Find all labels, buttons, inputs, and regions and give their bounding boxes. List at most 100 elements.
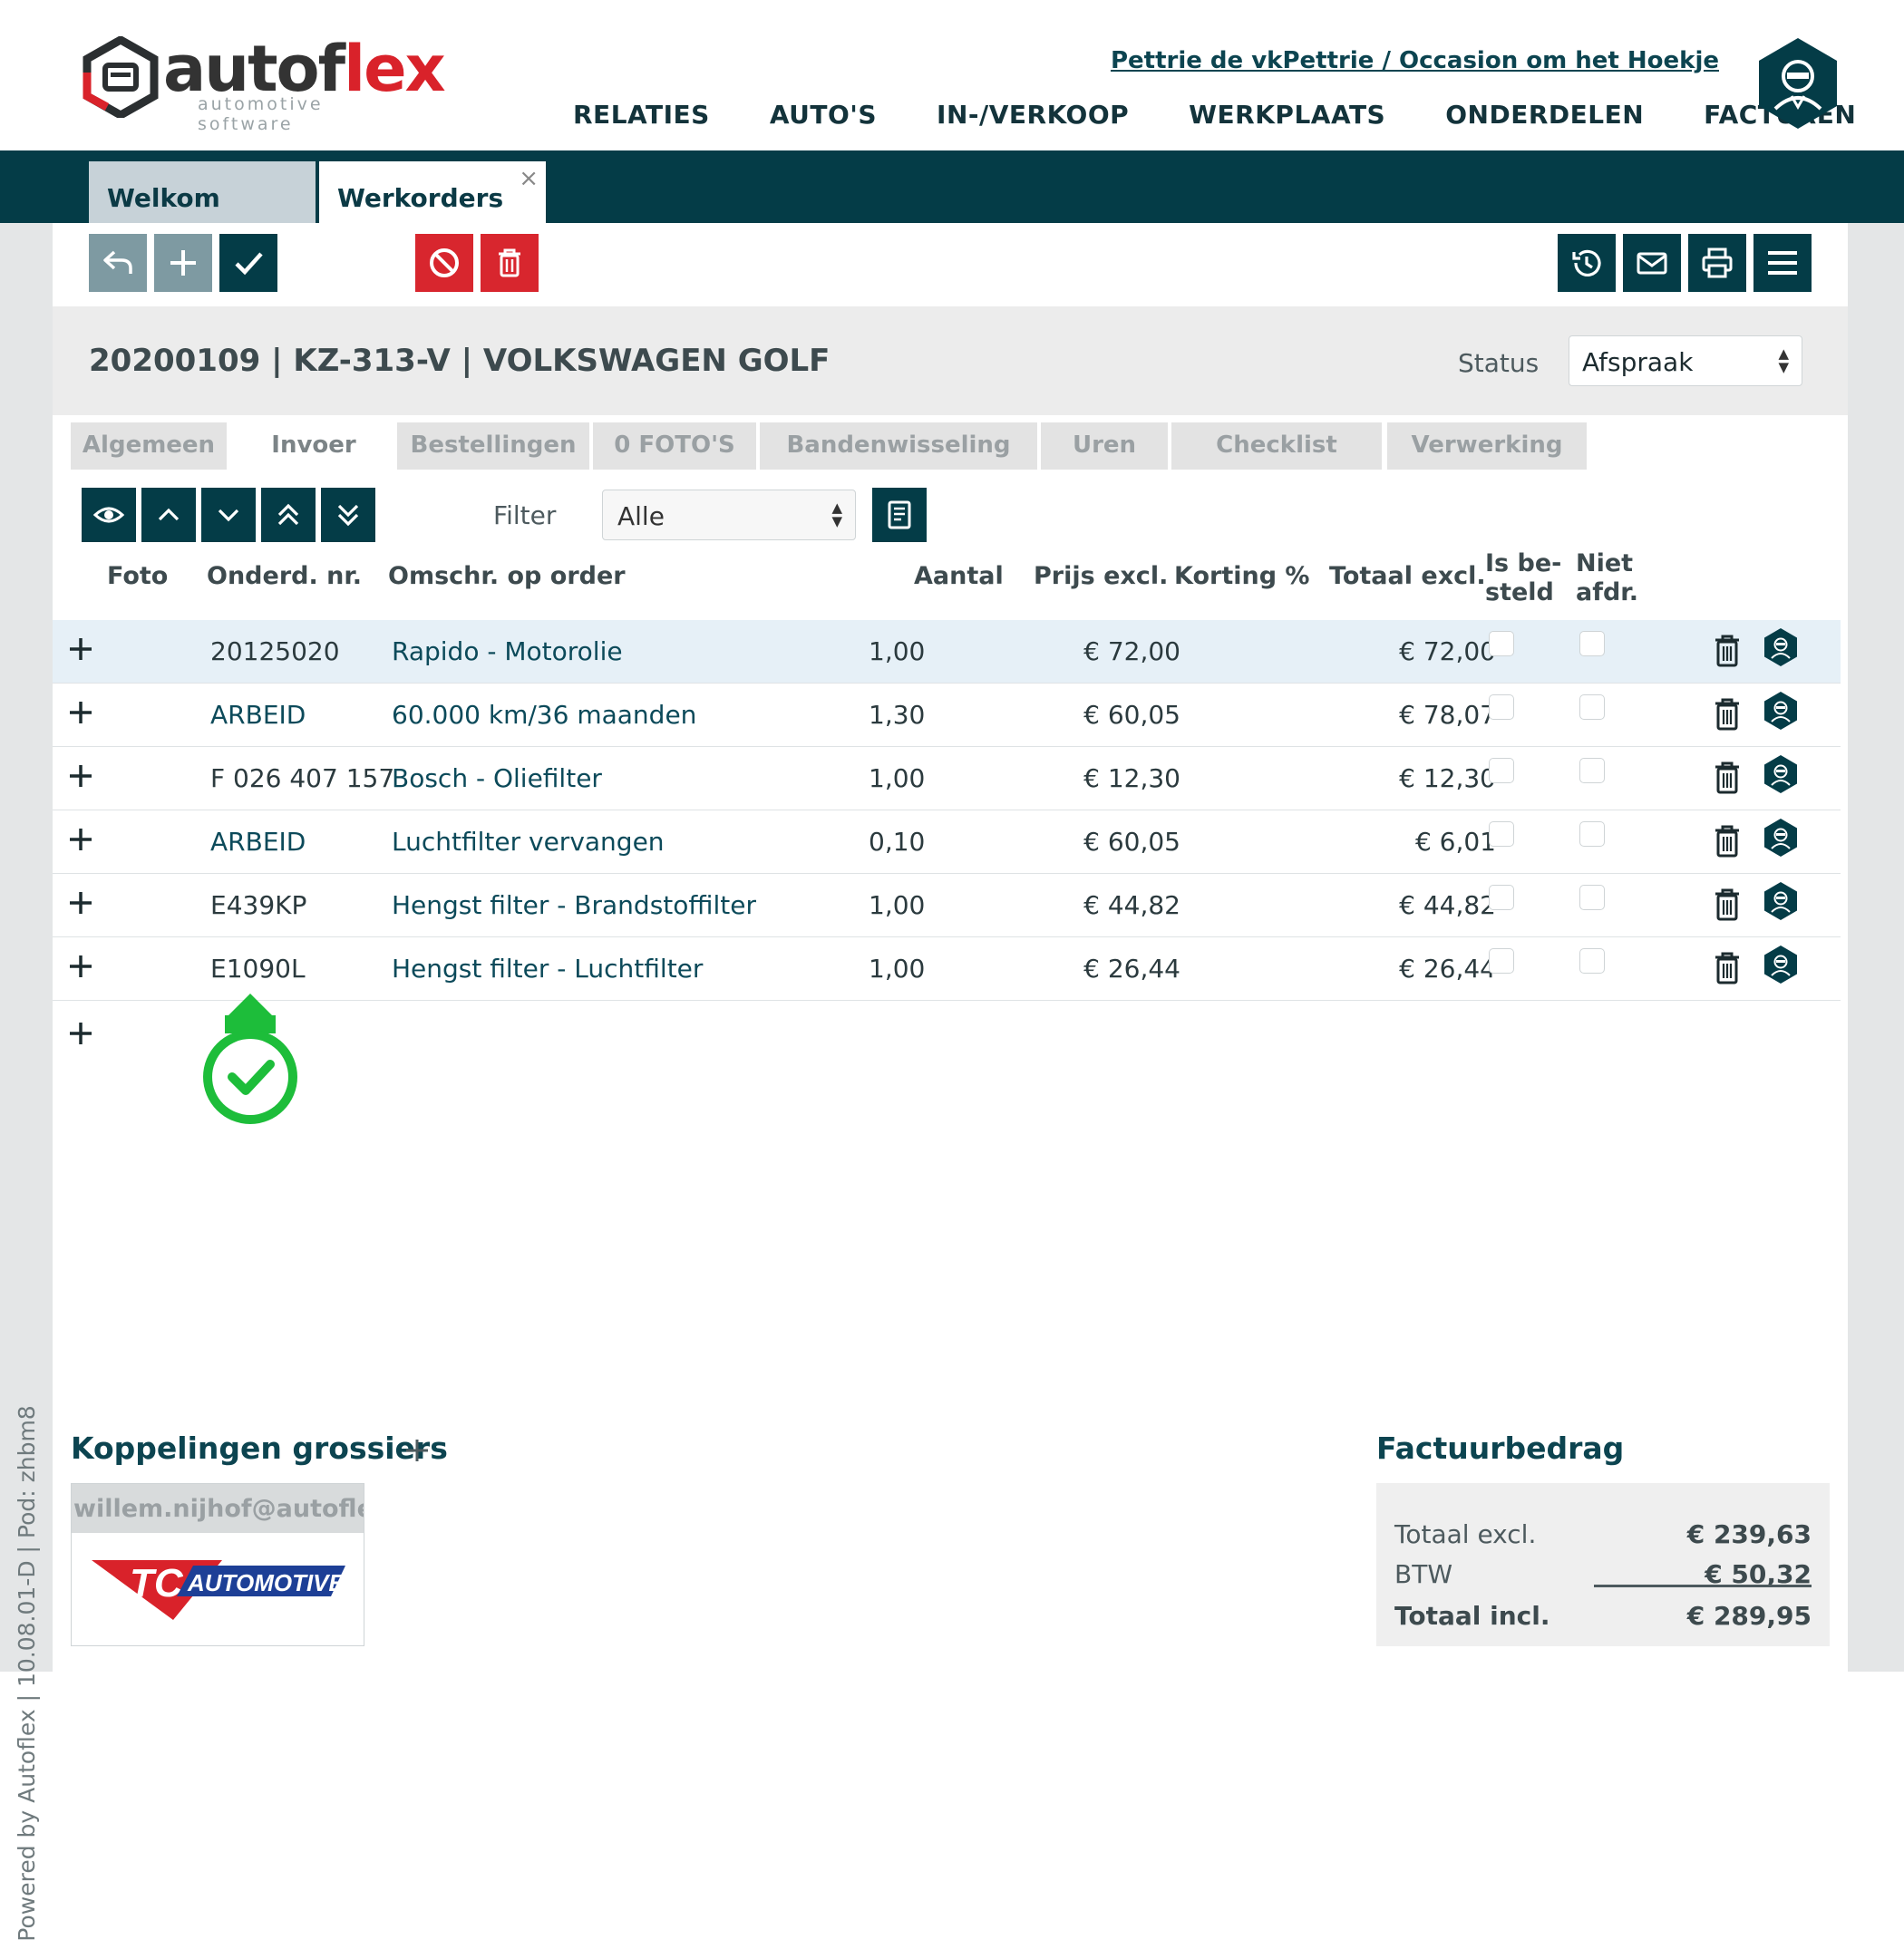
nav-onderdelen[interactable]: ONDERDELEN — [1445, 100, 1644, 130]
tab-bandenwisseling[interactable]: Bandenwisseling — [760, 422, 1037, 470]
add-button[interactable] — [154, 234, 212, 292]
total: € 72,00 — [1399, 636, 1496, 666]
mechanic-icon[interactable] — [1763, 627, 1799, 667]
tab-checklist[interactable]: Checklist — [1171, 422, 1382, 470]
quantity[interactable]: 1,00 — [869, 763, 986, 794]
description[interactable]: Bosch - Oliefilter — [392, 763, 602, 794]
price[interactable]: € 60,05 — [986, 827, 1180, 858]
ordered-checkbox[interactable] — [1489, 631, 1514, 656]
delete-button[interactable] — [481, 234, 539, 292]
mechanic-icon[interactable] — [1763, 945, 1799, 984]
supplier-card[interactable]: willem.nijhof@autoflex. TC AUTOMOTIVE — [71, 1483, 364, 1646]
history-button[interactable] — [1558, 234, 1616, 292]
ordered-checkbox[interactable] — [1489, 694, 1514, 720]
table-row[interactable]: F 026 407 157 Bosch - Oliefilter 1,00 € … — [53, 747, 1841, 810]
move-down-button[interactable] — [201, 488, 256, 542]
tab-werkorders[interactable]: Werkorders × — [319, 161, 546, 223]
description[interactable]: Hengst filter - Brandstoffilter — [392, 890, 756, 921]
ordered-checkbox[interactable] — [1489, 821, 1514, 847]
tab-fotos[interactable]: 0 FOTO'S — [593, 422, 756, 470]
trash-icon[interactable] — [1712, 823, 1743, 859]
ordered-checkbox[interactable] — [1489, 758, 1514, 783]
toggle-visibility-button[interactable] — [82, 488, 136, 542]
tab-bestellingen[interactable]: Bestellingen — [397, 422, 589, 470]
expand-row-icon[interactable] — [65, 758, 96, 794]
description[interactable]: Rapido - Motorolie — [392, 636, 623, 667]
quantity[interactable]: 1,30 — [869, 700, 986, 731]
save-button[interactable] — [219, 234, 277, 292]
add-koppeling-icon[interactable] — [403, 1436, 432, 1465]
trash-icon[interactable] — [1712, 696, 1743, 732]
table-row[interactable]: E439KP Hengst filter - Brandstoffilter 1… — [53, 874, 1841, 937]
nav-in-verkoop[interactable]: IN-/VERKOOP — [937, 100, 1129, 130]
expand-row-icon[interactable] — [65, 948, 96, 984]
autoflex-logo[interactable]: autoflex automotive software — [80, 33, 446, 134]
undo-button[interactable] — [89, 234, 147, 292]
mechanic-icon[interactable] — [1763, 691, 1799, 731]
niet-afdr-checkbox[interactable] — [1579, 758, 1605, 783]
expand-row-icon[interactable] — [65, 694, 96, 731]
print-button[interactable] — [1688, 234, 1746, 292]
cancel-button[interactable] — [415, 234, 473, 292]
menu-button[interactable] — [1753, 234, 1812, 292]
niet-afdr-checkbox[interactable] — [1579, 948, 1605, 974]
workorder-header: 20200109 | KZ-313-V | VOLKSWAGEN GOLF St… — [53, 306, 1848, 415]
move-bottom-button[interactable] — [321, 488, 375, 542]
description[interactable]: Luchtfilter vervangen — [392, 827, 665, 858]
user-avatar-icon[interactable] — [1755, 36, 1841, 131]
expand-row-icon[interactable] — [65, 885, 96, 921]
niet-afdr-checkbox[interactable] — [1579, 821, 1605, 847]
table-row[interactable]: ARBEID Luchtfilter vervangen 0,10 € 60,0… — [53, 810, 1841, 874]
mechanic-icon[interactable] — [1763, 818, 1799, 858]
price[interactable]: € 60,05 — [986, 700, 1180, 731]
mechanic-icon[interactable] — [1763, 754, 1799, 794]
price[interactable]: € 44,82 — [986, 890, 1180, 921]
tab-invoer[interactable]: Invoer — [230, 422, 397, 470]
expand-row-icon[interactable] — [65, 631, 96, 667]
quantity[interactable]: 1,00 — [869, 636, 986, 667]
tab-uren[interactable]: Uren — [1041, 422, 1168, 470]
ordered-checkbox[interactable] — [1489, 885, 1514, 910]
quantity[interactable]: 1,00 — [869, 954, 986, 984]
price[interactable]: € 26,44 — [986, 954, 1180, 984]
catalog-button[interactable] — [872, 488, 927, 542]
tab-verwerking[interactable]: Verwerking — [1387, 422, 1587, 470]
move-up-button[interactable] — [141, 488, 196, 542]
niet-afdr-checkbox[interactable] — [1579, 631, 1605, 656]
trash-icon[interactable] — [1712, 950, 1743, 986]
close-tab-icon[interactable]: × — [519, 165, 539, 192]
total-incl-label: Totaal incl. — [1394, 1601, 1550, 1631]
quantity[interactable]: 0,10 — [869, 827, 986, 858]
description[interactable]: 60.000 km/36 maanden — [392, 700, 696, 731]
table-row[interactable]: 20125020 Rapido - Motorolie 1,00 € 72,00… — [53, 620, 1841, 684]
trash-icon[interactable] — [1712, 633, 1743, 669]
tab-algemeen[interactable]: Algemeen — [71, 422, 227, 470]
expand-row-icon[interactable] — [65, 821, 96, 858]
nav-relaties[interactable]: RELATIES — [573, 100, 710, 130]
trash-icon[interactable] — [1712, 760, 1743, 796]
add-row-icon[interactable] — [65, 1015, 96, 1052]
total: € 6,01 — [1414, 827, 1496, 857]
status-select[interactable]: Afspraak ▲ ▼ — [1569, 335, 1802, 386]
mechanic-icon[interactable] — [1763, 881, 1799, 921]
niet-afdr-checkbox[interactable] — [1579, 694, 1605, 720]
col-totaal: Totaal excl. — [1329, 562, 1486, 590]
trash-icon[interactable] — [1712, 887, 1743, 923]
email-button[interactable] — [1623, 234, 1681, 292]
chevron-down-icon — [218, 509, 239, 522]
ordered-checkbox[interactable] — [1489, 948, 1514, 974]
user-account-link[interactable]: Pettrie de vkPettrie / Occasion om het H… — [1111, 47, 1719, 74]
col-is-besteld-l2: steld — [1485, 578, 1554, 606]
filter-select[interactable]: Alle ▲ ▼ — [602, 490, 856, 540]
quantity[interactable]: 1,00 — [869, 890, 986, 921]
move-top-button[interactable] — [261, 488, 316, 542]
table-row[interactable]: ARBEID 60.000 km/36 maanden 1,30 € 60,05… — [53, 684, 1841, 747]
table-row[interactable]: E1090L Hengst filter - Luchtfilter 1,00 … — [53, 937, 1841, 1001]
price[interactable]: € 72,00 — [986, 636, 1180, 667]
nav-autos[interactable]: AUTO'S — [770, 100, 877, 130]
tab-welkom[interactable]: Welkom — [89, 161, 316, 223]
description[interactable]: Hengst filter - Luchtfilter — [392, 954, 703, 984]
niet-afdr-checkbox[interactable] — [1579, 885, 1605, 910]
nav-werkplaats[interactable]: WERKPLAATS — [1189, 100, 1385, 130]
price[interactable]: € 12,30 — [986, 763, 1180, 794]
